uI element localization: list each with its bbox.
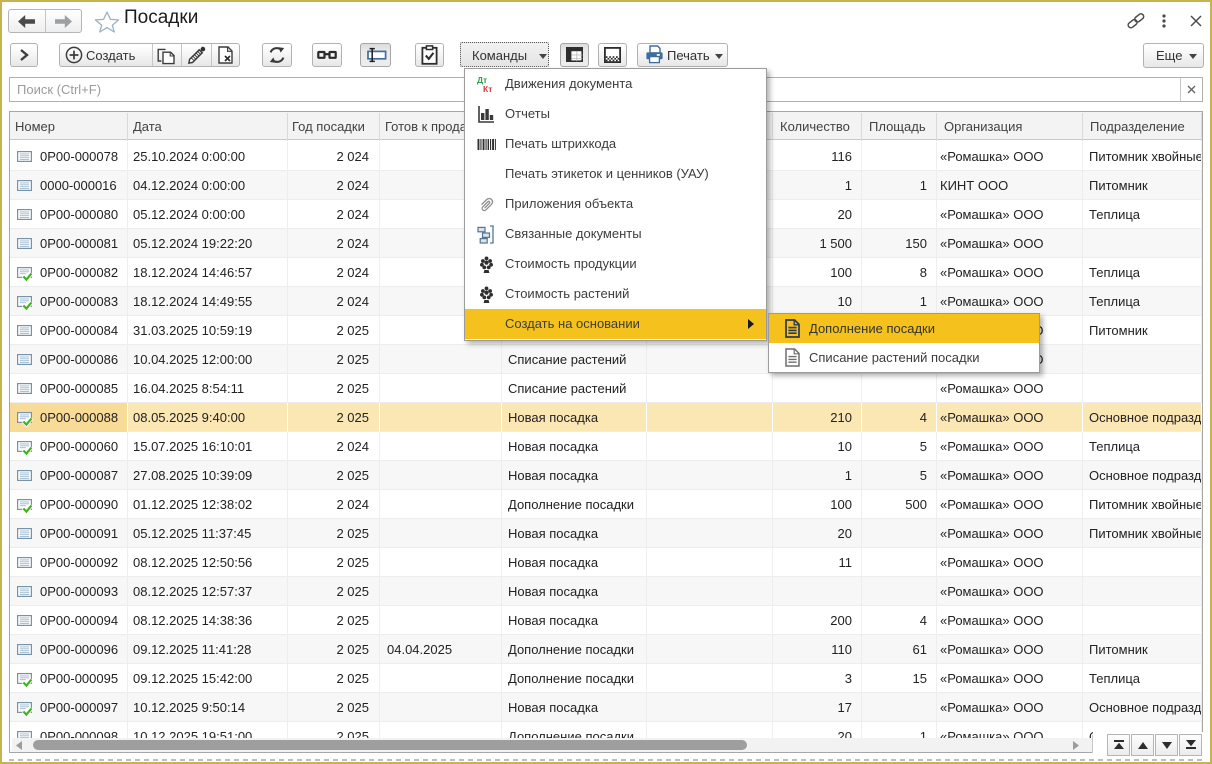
- svg-text:Кт: Кт: [483, 84, 492, 94]
